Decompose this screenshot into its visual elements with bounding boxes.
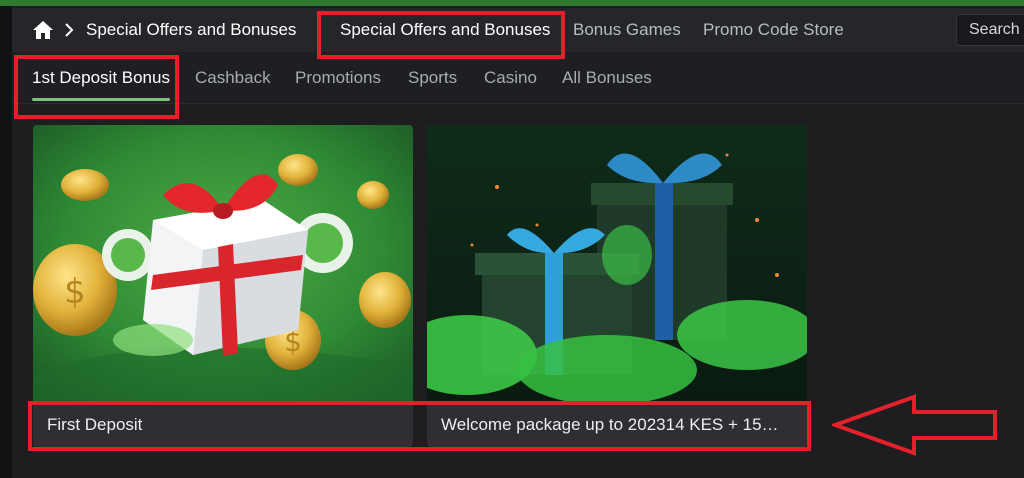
home-icon[interactable]: [32, 20, 54, 40]
tab-bonus-games[interactable]: Bonus Games: [573, 8, 681, 52]
tab-all-bonuses[interactable]: All Bonuses: [562, 52, 652, 104]
tab-promotions[interactable]: Promotions: [295, 52, 381, 104]
bonus-card-welcome-package[interactable]: Welcome package up to 202314 KES + 15…: [427, 125, 807, 447]
card-title: Welcome package up to 202314 KES + 15…: [427, 403, 807, 447]
gift-boxes-image: [427, 125, 807, 403]
card-title: First Deposit: [33, 403, 413, 447]
gift-coins-image: $ $: [33, 125, 413, 403]
tab-casino[interactable]: Casino: [484, 52, 537, 104]
breadcrumb-current[interactable]: Special Offers and Bonuses: [86, 8, 296, 52]
left-edge: [0, 6, 12, 478]
bonus-card-first-deposit[interactable]: $ $ First Deposit: [33, 125, 413, 447]
top-nav: Special Offers and Bonuses Special Offer…: [12, 8, 1024, 58]
tab-1st-deposit-bonus[interactable]: 1st Deposit Bonus: [32, 52, 170, 104]
tab-special-offers[interactable]: Special Offers and Bonuses: [340, 8, 550, 52]
chevron-right-icon: [65, 23, 74, 37]
svg-text:$: $: [64, 272, 86, 312]
tab-cashback[interactable]: Cashback: [195, 52, 271, 104]
arrow-left-icon: [832, 394, 997, 456]
search-button[interactable]: Search: [956, 14, 1024, 46]
active-subtab-underline: [32, 98, 170, 101]
tab-promo-code-store[interactable]: Promo Code Store: [703, 8, 844, 52]
top-accent-strip: [0, 0, 1024, 6]
tab-sports[interactable]: Sports: [408, 52, 457, 104]
sub-nav: 1st Deposit Bonus Cashback Promotions Sp…: [12, 52, 1024, 104]
